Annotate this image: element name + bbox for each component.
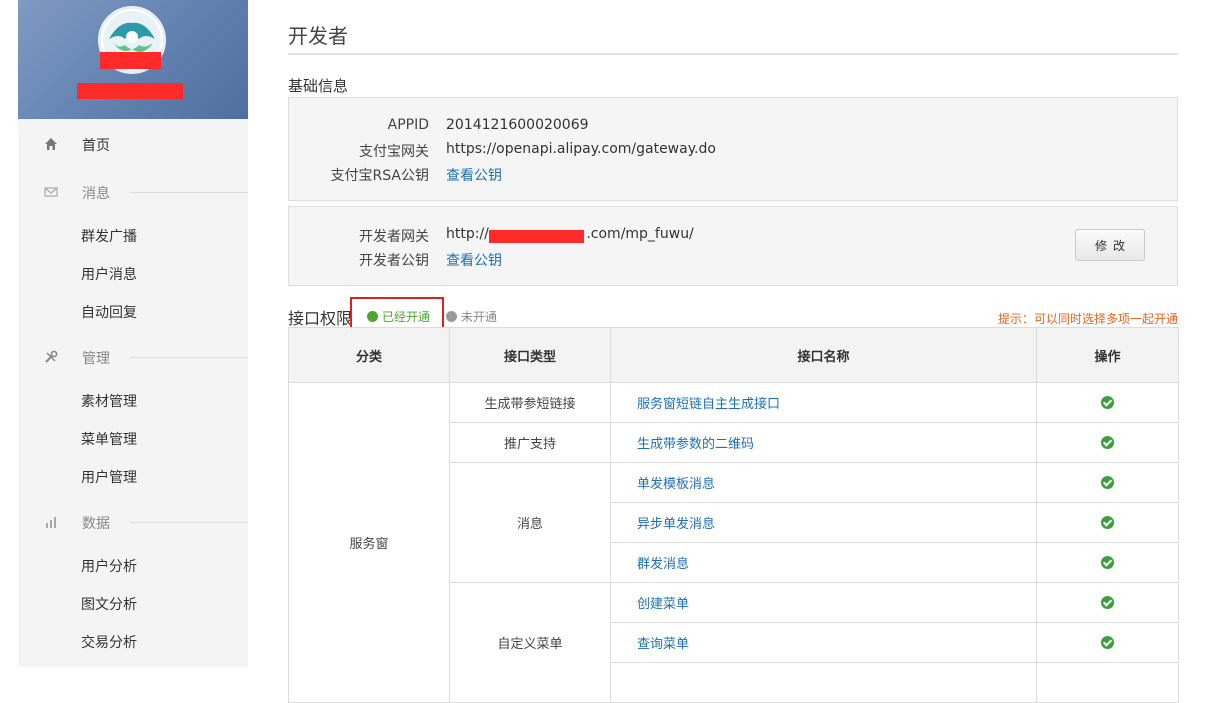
sidebar-section-label: 管理: [82, 351, 110, 367]
bar-chart-icon: [46, 517, 56, 528]
sidebar-item-auto-reply[interactable]: 自动回复: [81, 302, 137, 322]
redacted-account: [77, 83, 183, 99]
appid-label: APPID: [387, 117, 429, 133]
interface-name-link[interactable]: 查询菜单: [610, 622, 1037, 663]
action-cell[interactable]: [1036, 662, 1179, 703]
sidebar-section-label: 数据: [82, 516, 110, 532]
developer-panel: 开发者网关 http://w .com/mp_fuwu/ 开发者公钥 查看公钥 修…: [288, 206, 1178, 286]
view-alipay-key-link[interactable]: 查看公钥: [446, 165, 502, 185]
appid-value: 2014121600020069: [446, 117, 589, 133]
sidebar-item-trade-analysis[interactable]: 交易分析: [81, 632, 137, 652]
home-icon: [45, 138, 57, 150]
dev-key-row: 开发者公钥 查看公钥: [289, 250, 989, 272]
alipay-gateway-value: https://openapi.alipay.com/gateway.do: [446, 141, 716, 157]
check-circle-icon[interactable]: [1101, 596, 1114, 609]
action-cell[interactable]: [1036, 382, 1179, 423]
interface-name-link[interactable]: 异步单发消息: [610, 502, 1037, 543]
sidebar: 首页 消息 群发广播 用户消息 自动回复 管理 素材管理 菜单管理 用户管理 数…: [18, 0, 248, 667]
divider: [288, 53, 1178, 55]
view-dev-key-link[interactable]: 查看公钥: [446, 250, 502, 270]
redacted-domain: [489, 230, 584, 243]
check-circle-icon[interactable]: [1101, 556, 1114, 569]
check-circle-icon: [367, 311, 378, 322]
legend-enabled-label: 已经开通: [382, 310, 431, 324]
x-circle-icon: [446, 311, 457, 322]
legend-enabled: 已经开通: [367, 308, 430, 325]
appid-row: APPID 2014121600020069: [289, 117, 989, 139]
section-title-permissions: 接口权限: [288, 309, 353, 328]
wrench-icon: [45, 350, 58, 363]
alipay-gateway-label: 支付宝网关: [359, 144, 429, 160]
sidebar-section-data: 数据: [18, 510, 248, 534]
dev-key-label: 开发者公钥: [359, 253, 429, 269]
check-circle-icon[interactable]: [1101, 396, 1114, 409]
type-cell: 消息: [449, 462, 611, 583]
section-title-basic: 基础信息: [288, 77, 349, 95]
profile-header: [18, 0, 248, 119]
interface-name-link[interactable]: [610, 662, 1037, 703]
alipay-rsa-row: 支付宝RSA公钥 查看公钥: [289, 165, 989, 187]
edit-button[interactable]: 修改: [1075, 229, 1145, 261]
interface-name-link[interactable]: 服务窗短链自主生成接口: [610, 382, 1037, 423]
alipay-gateway-row: 支付宝网关 https://openapi.alipay.com/gateway…: [289, 141, 989, 163]
sidebar-section-messages: 消息: [18, 180, 248, 204]
header-action: 操作: [1036, 327, 1179, 383]
basic-info-panel: APPID 2014121600020069 支付宝网关 https://ope…: [288, 97, 1178, 201]
permissions-table: 分类 接口类型 接口名称 操作 服务窗 生成带参短链接 服务窗短链自主生成接口 …: [288, 327, 1179, 703]
sidebar-item-materials[interactable]: 素材管理: [81, 391, 137, 411]
type-cell: 生成带参短链接: [449, 382, 611, 423]
category-cell: 服务窗: [288, 382, 450, 703]
interface-name-link[interactable]: 单发模板消息: [610, 462, 1037, 503]
page-title: 开发者: [288, 24, 348, 48]
sidebar-item-home[interactable]: 首页: [18, 125, 248, 163]
interface-name-link[interactable]: 创建菜单: [610, 582, 1037, 623]
sidebar-item-broadcast[interactable]: 群发广播: [81, 226, 137, 246]
legend-disabled-label: 未开通: [461, 310, 498, 324]
divider: [130, 192, 248, 193]
sidebar-item-label: 首页: [82, 138, 110, 154]
header-name: 接口名称: [610, 327, 1037, 383]
action-cell[interactable]: [1036, 502, 1179, 543]
sidebar-item-user-manage[interactable]: 用户管理: [81, 467, 137, 487]
check-circle-icon[interactable]: [1101, 516, 1114, 529]
sidebar-section-manage: 管理: [18, 345, 248, 369]
action-cell[interactable]: [1036, 542, 1179, 583]
divider: [130, 522, 248, 523]
action-cell[interactable]: [1036, 582, 1179, 623]
hint-text: 提示：可以同时选择多项一起开通: [997, 312, 1178, 326]
action-cell[interactable]: [1036, 462, 1179, 503]
check-circle-icon[interactable]: [1101, 476, 1114, 489]
dev-gateway-url-end: .com/mp_fuwu/: [586, 226, 694, 242]
sidebar-item-user-analysis[interactable]: 用户分析: [81, 556, 137, 576]
interface-name-link[interactable]: 生成带参数的二维码: [610, 422, 1037, 463]
action-cell[interactable]: [1036, 622, 1179, 663]
table-header-row: 分类 接口类型 接口名称 操作: [288, 327, 1179, 383]
sidebar-item-menu-manage[interactable]: 菜单管理: [81, 429, 137, 449]
table-row: 服务窗 生成带参短链接 服务窗短链自主生成接口: [288, 382, 1179, 703]
legend-disabled: 未开通: [446, 308, 497, 325]
check-circle-icon[interactable]: [1101, 436, 1114, 449]
type-cell: 自定义菜单: [449, 582, 611, 703]
action-cell[interactable]: [1036, 422, 1179, 463]
sidebar-section-label: 消息: [82, 186, 110, 202]
sidebar-item-user-messages[interactable]: 用户消息: [81, 264, 137, 284]
sidebar-item-article-analysis[interactable]: 图文分析: [81, 594, 137, 614]
header-type: 接口类型: [449, 327, 611, 383]
dev-gateway-label: 开发者网关: [359, 229, 429, 245]
header-category: 分类: [288, 327, 450, 383]
alipay-rsa-label: 支付宝RSA公钥: [330, 168, 429, 184]
dev-gateway-row: 开发者网关 http://w .com/mp_fuwu/: [289, 226, 989, 248]
type-cell: 推广支持: [449, 422, 611, 463]
mail-icon: [44, 187, 58, 197]
redacted-username: [100, 52, 161, 69]
divider: [130, 357, 248, 358]
interface-name-link[interactable]: 群发消息: [610, 542, 1037, 583]
check-circle-icon[interactable]: [1101, 636, 1114, 649]
